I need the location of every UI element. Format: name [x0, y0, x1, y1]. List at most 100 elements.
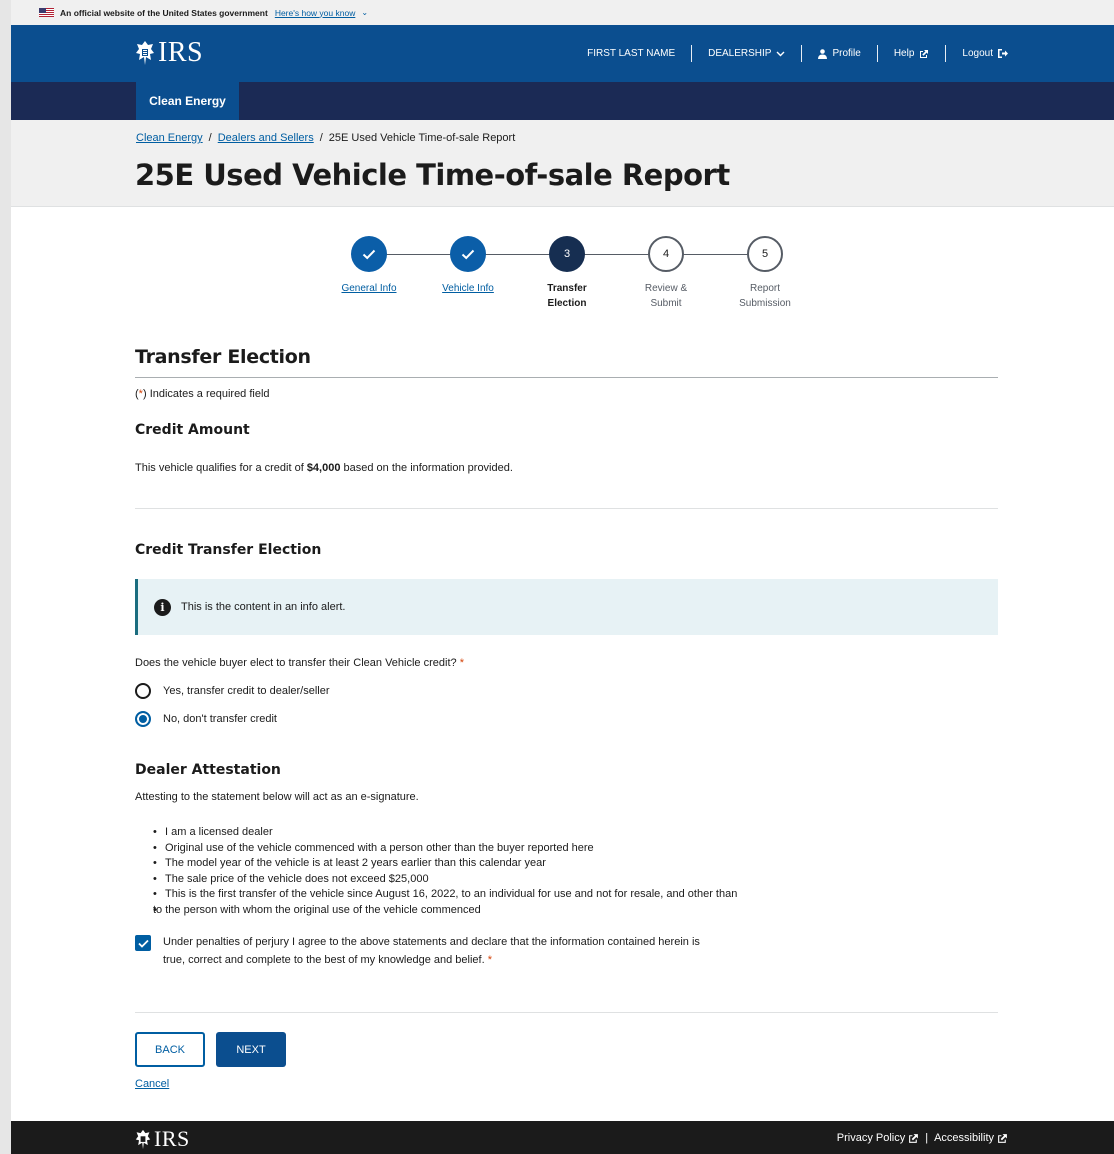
required-star: *	[138, 388, 143, 400]
step-label-line: Report	[749, 283, 780, 294]
list-item-continuation: .to the person with whom the original us…	[153, 903, 737, 919]
required-star: *	[459, 657, 464, 669]
required-star: *	[487, 954, 492, 966]
breadcrumb-current: 25E Used Vehicle Time-of-sale Report	[328, 132, 516, 144]
radio-button[interactable]	[135, 683, 151, 699]
step-number-circle: 5	[747, 236, 783, 272]
help-link[interactable]: Help	[894, 48, 930, 59]
step-indicator: General Info Vehicle Info 3 Transfer Ele…	[11, 236, 1114, 316]
radio-yes-transfer[interactable]: Yes, transfer credit to dealer/seller	[135, 683, 330, 699]
secondary-nav: Clean Energy	[11, 82, 1114, 120]
section-divider	[135, 377, 998, 378]
next-button[interactable]: NEXT	[216, 1032, 286, 1067]
breadcrumb-separator: /	[208, 132, 212, 144]
page-frame: An official website of the United States…	[11, 0, 1114, 1154]
footer-separator: |	[925, 1132, 929, 1144]
list-item: The model year of the vehicle is at leas…	[153, 856, 737, 872]
step-label: Review & Submit	[616, 281, 716, 311]
credit-amount-value: $4,000	[306, 462, 341, 474]
step-complete-circle	[351, 236, 387, 272]
gov-banner-text: An official website of the United States…	[60, 7, 268, 18]
list-item: This is the first transfer of the vehicl…	[153, 887, 737, 903]
credit-transfer-heading: Credit Transfer Election	[135, 542, 322, 558]
page-title: 25E Used Vehicle Time-of-sale Report	[135, 158, 730, 192]
step-label[interactable]: Vehicle Info	[418, 281, 518, 296]
transfer-question: Does the vehicle buyer elect to transfer…	[135, 657, 464, 669]
checkmark-icon	[137, 939, 149, 948]
required-field-note: (*) Indicates a required field	[135, 388, 270, 400]
section-divider	[135, 1012, 998, 1013]
step-number-circle: 3	[549, 236, 585, 272]
breadcrumb: Clean Energy / Dealers and Sellers / 25E…	[136, 132, 515, 144]
back-button[interactable]: BACK	[135, 1032, 205, 1067]
info-alert-text: This is the content in an info alert.	[181, 601, 346, 613]
radio-button-selected[interactable]	[135, 711, 151, 727]
step-label-line: Election	[547, 298, 587, 309]
breadcrumb-separator: /	[319, 132, 323, 144]
footer-links: Privacy Policy | Accessibility	[837, 1132, 1008, 1144]
transfer-question-text: Does the vehicle buyer elect to transfer…	[135, 657, 457, 669]
radio-label: Yes, transfer credit to dealer/seller	[163, 685, 330, 697]
help-label: Help	[893, 48, 915, 59]
us-flag-icon	[39, 8, 54, 17]
heres-how-you-know-link[interactable]: Here's how you know	[275, 8, 356, 18]
accessibility-label: Accessibility	[934, 1132, 994, 1144]
cancel-link[interactable]: Cancel	[135, 1078, 169, 1090]
required-note-text: Indicates a required field	[149, 388, 270, 400]
header-nav: FIRST LAST NAME DEALERSHIP Profile Help …	[587, 45, 1008, 62]
person-icon	[818, 48, 828, 59]
site-header: IRS FIRST LAST NAME DEALERSHIP Profile H…	[11, 25, 1114, 82]
checkmark-icon	[461, 249, 475, 259]
footer-irs-logo[interactable]: IRS	[135, 1126, 190, 1152]
step-complete-circle	[450, 236, 486, 272]
step-label: Transfer Election	[517, 281, 617, 311]
credit-amount-text: This vehicle qualifies for a credit of $…	[135, 462, 513, 474]
eagle-icon	[136, 41, 154, 65]
step-label[interactable]: General Info	[319, 281, 419, 296]
chevron-down-icon[interactable]: ⌄	[361, 8, 368, 17]
attestation-checkbox[interactable]	[135, 935, 151, 951]
attestation-statements: I am a licensed dealer Original use of t…	[153, 825, 737, 918]
info-alert: i This is the content in an info alert.	[135, 579, 998, 635]
step-review-submit: 4 Review & Submit	[616, 236, 716, 311]
credit-text-after: based on the information provided.	[340, 462, 513, 474]
step-label: Report Submission	[715, 281, 815, 311]
dealership-menu[interactable]: DEALERSHIP	[708, 48, 785, 59]
nav-divider	[945, 45, 947, 62]
step-transfer-election: 3 Transfer Election	[517, 236, 617, 311]
privacy-policy-link[interactable]: Privacy Policy	[837, 1132, 919, 1144]
step-general-info[interactable]: General Info	[319, 236, 419, 296]
step-label-line: Transfer	[547, 283, 587, 294]
credit-amount-heading: Credit Amount	[135, 422, 250, 438]
radio-label: No, don't transfer credit	[163, 713, 277, 725]
logo-text: IRS	[158, 37, 204, 68]
footer-logo-text: IRS	[154, 1126, 190, 1151]
checkbox-label-line: Under penalties of perjury I agree to th…	[163, 936, 700, 948]
profile-link[interactable]: Profile	[818, 48, 861, 59]
step-report-submission: 5 Report Submission	[715, 236, 815, 311]
section-title: Transfer Election	[135, 346, 311, 368]
site-footer: IRS Privacy Policy | Accessibility	[11, 1121, 1114, 1154]
nav-divider	[876, 45, 878, 62]
step-vehicle-info[interactable]: Vehicle Info	[418, 236, 518, 296]
step-number-circle: 4	[648, 236, 684, 272]
privacy-policy-label: Privacy Policy	[836, 1132, 906, 1144]
dealership-label: DEALERSHIP	[708, 48, 772, 59]
checkbox-label-line2: true, correct and complete to the best o…	[163, 951, 700, 969]
attestation-checkbox-row[interactable]: Under penalties of perjury I agree to th…	[135, 933, 700, 969]
logout-icon	[998, 49, 1008, 58]
radio-no-transfer[interactable]: No, don't transfer credit	[135, 711, 277, 727]
eagle-icon	[135, 1129, 151, 1149]
gov-banner: An official website of the United States…	[11, 0, 1114, 25]
logout-link[interactable]: Logout	[962, 48, 1008, 59]
tab-clean-energy[interactable]: Clean Energy	[136, 82, 239, 120]
irs-logo[interactable]: IRS	[135, 37, 203, 69]
attestation-checkbox-label: Under penalties of perjury I agree to th…	[163, 933, 700, 969]
accessibility-link[interactable]: Accessibility	[934, 1132, 1008, 1144]
breadcrumb-clean-energy[interactable]: Clean Energy	[136, 132, 203, 144]
external-link-icon	[998, 1133, 1007, 1143]
breadcrumb-dealers-and-sellers[interactable]: Dealers and Sellers	[218, 132, 314, 144]
step-label-line: Submit	[650, 298, 682, 309]
info-icon: i	[154, 598, 171, 616]
attestation-intro: Attesting to the statement below will ac…	[135, 791, 419, 803]
